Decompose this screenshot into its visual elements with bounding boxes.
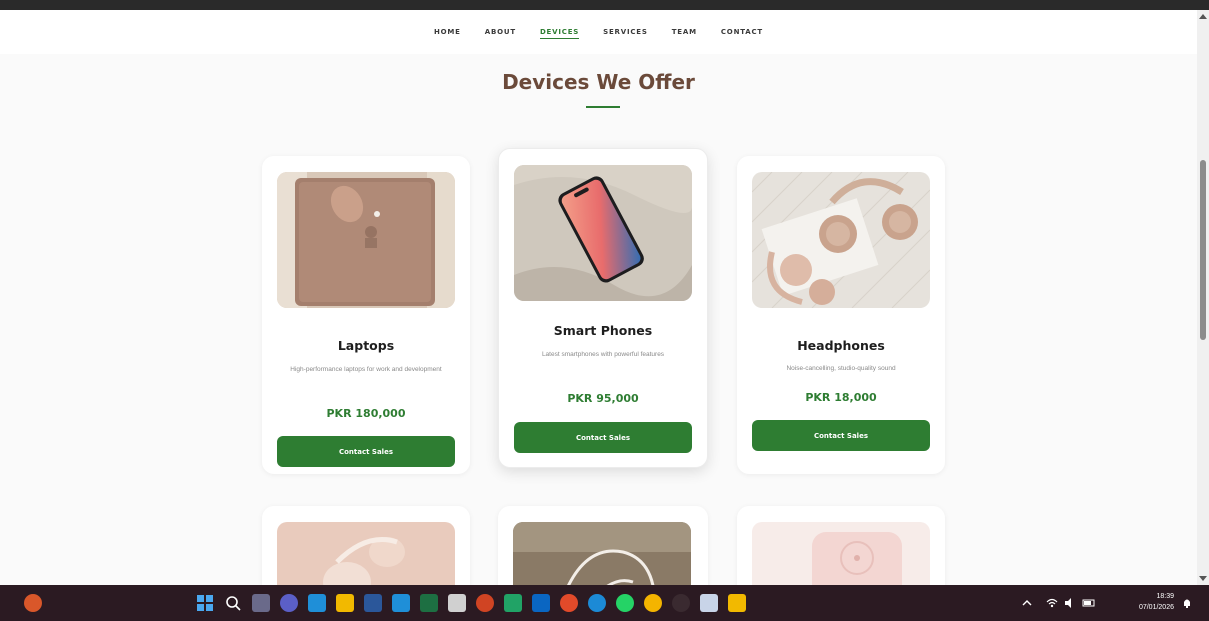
- product-card-smart-phones: Smart Phones Latest smartphones with pow…: [498, 148, 708, 468]
- calendar-icon[interactable]: [448, 594, 466, 612]
- chrome-icon[interactable]: [644, 594, 662, 612]
- product-card-cables: [498, 506, 708, 585]
- nav-services[interactable]: SERVICES: [603, 26, 648, 38]
- excel-icon[interactable]: [420, 594, 438, 612]
- section-title: Devices We Offer: [502, 70, 695, 94]
- windows-taskbar: 18:39 07/01/2026: [0, 585, 1209, 621]
- product-price: PKR 18,000: [805, 391, 877, 404]
- product-card-headphones: Headphones Noise-cancelling, studio-qual…: [737, 156, 945, 474]
- whatsapp-icon[interactable]: [616, 594, 634, 612]
- nav-about[interactable]: ABOUT: [485, 26, 516, 38]
- scroll-up-icon[interactable]: [1199, 14, 1207, 19]
- wifi-icon[interactable]: [1046, 594, 1058, 612]
- nav-home[interactable]: HOME: [434, 26, 461, 38]
- contact-sales-button[interactable]: Contact Sales: [514, 422, 692, 453]
- widgets-icon[interactable]: [24, 594, 42, 612]
- folder-icon[interactable]: [728, 594, 746, 612]
- product-price: PKR 180,000: [326, 407, 406, 420]
- file-explorer-icon[interactable]: [336, 594, 354, 612]
- app-icon[interactable]: [560, 594, 578, 612]
- smartphone-image: [514, 165, 692, 301]
- product-description: Latest smartphones with powerful feature…: [541, 351, 665, 358]
- product-price: PKR 95,000: [567, 392, 639, 405]
- product-description: High-performance laptops for work and de…: [290, 366, 442, 373]
- title-underline: [586, 106, 620, 108]
- teams-icon[interactable]: [280, 594, 298, 612]
- scroll-down-icon[interactable]: [1199, 576, 1207, 581]
- cables-image: [513, 522, 691, 585]
- snipping-tool-icon[interactable]: [700, 594, 718, 612]
- product-description: Noise-cancelling, studio-quality sound: [786, 365, 896, 372]
- clock-time[interactable]: 18:39: [1112, 593, 1174, 600]
- notification-bell-icon[interactable]: [1182, 594, 1192, 612]
- linkedin-icon[interactable]: [532, 594, 550, 612]
- headphones-image: [752, 172, 930, 308]
- earbuds-image: [277, 522, 455, 585]
- product-card-laptops: Laptops High-performance laptops for wor…: [262, 156, 470, 474]
- clock-date[interactable]: 07/01/2026: [1112, 604, 1174, 611]
- contact-sales-button[interactable]: Contact Sales: [752, 420, 930, 451]
- powerpoint-icon[interactable]: [476, 594, 494, 612]
- copilot-icon[interactable]: [308, 594, 326, 612]
- product-name: Laptops: [337, 338, 395, 353]
- scroll-thumb[interactable]: [1200, 160, 1206, 340]
- nav-contact[interactable]: CONTACT: [721, 26, 763, 38]
- power-bank-image: [752, 522, 930, 585]
- search-icon[interactable]: [224, 594, 242, 612]
- volume-icon[interactable]: [1064, 594, 1076, 612]
- edge-icon[interactable]: [588, 594, 606, 612]
- nav-team[interactable]: TEAM: [672, 26, 697, 38]
- task-view-icon[interactable]: [252, 594, 270, 612]
- product-name: Smart Phones: [553, 323, 653, 338]
- product-card-earbuds: [262, 506, 470, 585]
- vertical-scrollbar[interactable]: [1197, 10, 1209, 585]
- store-icon[interactable]: [392, 594, 410, 612]
- laptop-image: [277, 172, 455, 308]
- window-top-border: [0, 0, 1209, 10]
- product-name: Headphones: [797, 338, 885, 353]
- chevron-up-icon[interactable]: [1022, 594, 1032, 612]
- product-card-power-bank: [737, 506, 945, 585]
- browser-viewport: HOME ABOUT DEVICES SERVICES TEAM CONTACT…: [0, 10, 1197, 585]
- app-icon[interactable]: [672, 594, 690, 612]
- main-navigation: HOME ABOUT DEVICES SERVICES TEAM CONTACT: [0, 10, 1197, 54]
- battery-icon[interactable]: [1082, 594, 1096, 612]
- word-icon[interactable]: [364, 594, 382, 612]
- project-icon[interactable]: [504, 594, 522, 612]
- nav-devices[interactable]: DEVICES: [539, 26, 580, 39]
- contact-sales-button[interactable]: Contact Sales: [277, 436, 455, 467]
- windows-start-icon[interactable]: [196, 594, 214, 612]
